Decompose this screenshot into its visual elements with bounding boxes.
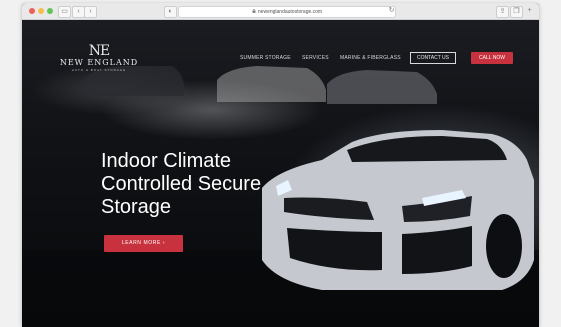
logo-mark: NE — [88, 43, 110, 59]
nav-marine-fiberglass[interactable]: MARINE & FIBERGLASS — [340, 55, 401, 61]
headline-line-1: Indoor Climate — [101, 150, 232, 172]
nav-summer-storage[interactable]: SUMMER STORAGE — [240, 55, 291, 61]
tabs-icon[interactable]: ❐ — [510, 6, 523, 18]
call-now-button[interactable]: CALL NOW — [471, 52, 513, 64]
new-tab-icon[interactable]: + — [524, 6, 535, 16]
reload-icon[interactable]: ↻ — [386, 6, 397, 16]
shield-icon[interactable]: ◐ — [164, 6, 177, 18]
learn-more-button[interactable]: LEARN MORE › — [104, 235, 183, 252]
nav-services[interactable]: SERVICES — [302, 55, 329, 61]
logo-name: NEW ENGLAND — [59, 58, 139, 67]
hero-headline: Indoor Climate Controlled Secure Storage — [101, 150, 331, 219]
browser-window: ▭ ‹ › ◐ newenglandautostorage.com ↻ ⇪ ❐ … — [22, 3, 539, 327]
headline-line-3: Storage — [101, 196, 172, 218]
url-text: newenglandautostorage.com — [257, 9, 323, 15]
site-logo[interactable]: NE NEW ENGLAND AUTO & BOAT STORAGE — [59, 44, 139, 72]
close-window-icon[interactable] — [29, 8, 35, 14]
forward-button[interactable]: › — [84, 6, 97, 18]
maximize-window-icon[interactable] — [47, 8, 53, 14]
logo-tagline: AUTO & BOAT STORAGE — [71, 68, 127, 72]
lock-icon — [252, 7, 256, 13]
contact-us-button[interactable]: CONTACT US — [410, 52, 456, 64]
sidebar-toggle-icon[interactable]: ▭ — [58, 6, 71, 18]
minimize-window-icon[interactable] — [38, 8, 44, 14]
hero-section: NE NEW ENGLAND AUTO & BOAT STORAGE SUMME… — [22, 20, 539, 327]
address-bar[interactable]: newenglandautostorage.com — [178, 6, 396, 18]
share-icon[interactable]: ⇪ — [496, 6, 509, 18]
browser-toolbar: ▭ ‹ › ◐ newenglandautostorage.com ↻ ⇪ ❐ … — [22, 3, 539, 20]
headline-line-2: Controlled Secure — [101, 173, 262, 195]
